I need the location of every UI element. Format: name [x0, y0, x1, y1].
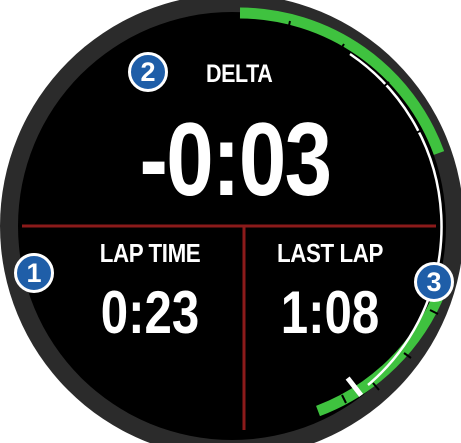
- last-lap-label: LAST LAP: [277, 238, 383, 268]
- delta-value: -0:03: [139, 102, 333, 218]
- callout-3-badge: 3: [414, 262, 454, 302]
- lap-time-value: 0:23: [100, 279, 200, 346]
- lap-time-label: LAP TIME: [99, 238, 201, 268]
- delta-label: DELTA: [206, 60, 273, 88]
- last-lap-value: 1:08: [280, 279, 380, 346]
- watch-screen-diagram: DELTA -0:03 LAP TIME 0:23 LAST LAP 1:08 …: [0, 0, 461, 443]
- callout-2-badge: 2: [128, 52, 168, 92]
- callout-1-badge: 1: [14, 253, 54, 293]
